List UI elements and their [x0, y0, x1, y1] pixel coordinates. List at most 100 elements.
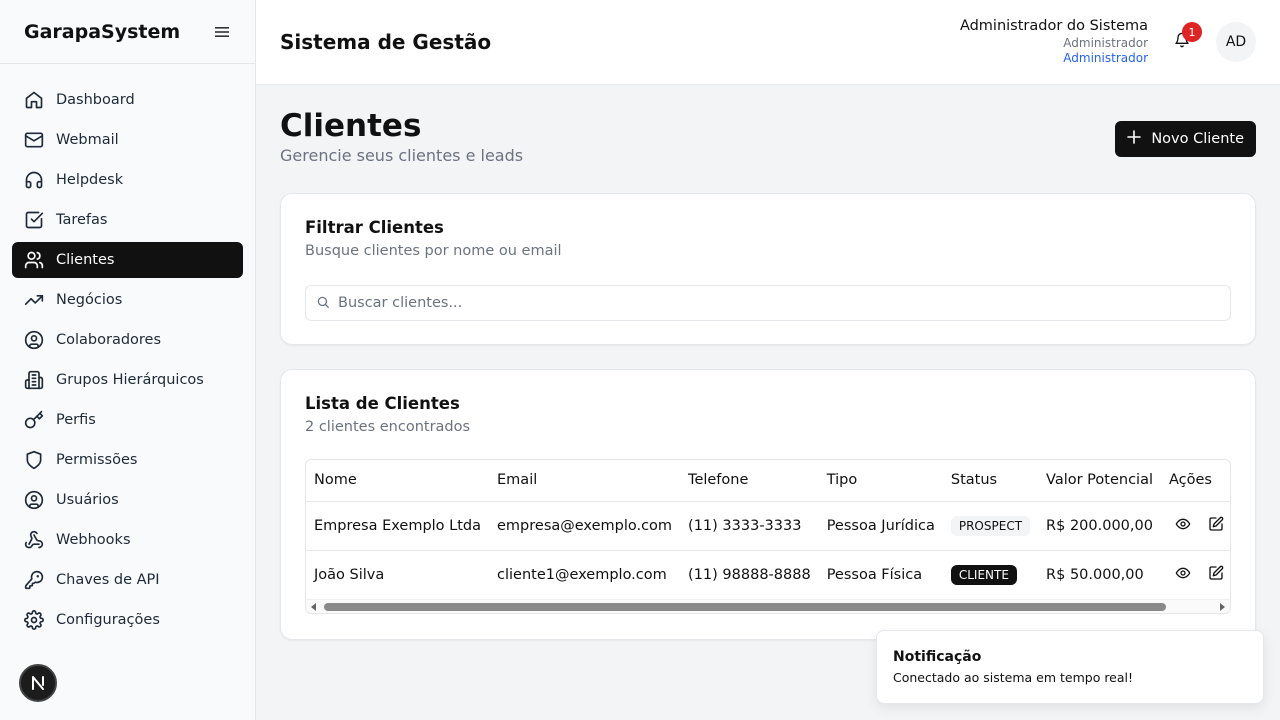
cell-acoes [1161, 501, 1230, 551]
sidebar-item-label: Dashboard [56, 92, 135, 108]
cell-valor: R$ 50.000,00 [1046, 566, 1144, 583]
view-button[interactable] [1169, 512, 1197, 540]
column-header: Status [942, 460, 1039, 502]
sidebar-item-label: Webmail [56, 132, 119, 148]
gear-icon [24, 610, 44, 630]
edit-icon [1208, 516, 1224, 536]
sidebar-item-configuracoes[interactable]: Configurações [12, 602, 243, 638]
eye-icon [1175, 516, 1191, 536]
cell-telefone: (11) 3333-3333 [680, 501, 819, 551]
avatar[interactable]: AD [1216, 22, 1256, 62]
cell-status: CLIENTE [943, 550, 1038, 599]
user-info: Administrador do Sistema Administrador A… [960, 17, 1148, 67]
shield-icon [24, 450, 44, 470]
sidebar-item-label: Negócios [56, 292, 123, 308]
top-header: Sistema de Gestão Administrador do Siste… [256, 0, 1280, 85]
sidebar-item-colaboradores[interactable]: Colaboradores [12, 322, 243, 358]
client-table: Nome Email Telefone Tipo Status Valor Po… [306, 460, 1230, 599]
cell-status: PROSPECT [942, 501, 1039, 551]
list-count: 2 clientes encontrados [305, 419, 471, 435]
sidebar-item-dashboard[interactable]: Dashboard [12, 82, 243, 118]
page-subtitle: Gerencie seus clientes e leads [280, 146, 524, 165]
headphones-icon [24, 170, 44, 190]
key-icon [24, 410, 44, 430]
column-header: Nome [306, 460, 490, 502]
page-header: Clientes Gerencie seus clientes e leads … [280, 108, 1256, 165]
plus-icon [1127, 130, 1142, 148]
sidebar-item-usuarios[interactable]: Usuários [12, 482, 243, 518]
next-dev-icon[interactable] [19, 664, 57, 702]
scroll-right-arrow[interactable] [1220, 603, 1225, 611]
edit-button[interactable] [1202, 561, 1230, 589]
search-box [305, 285, 1231, 321]
sidebar-nav: Dashboard Webmail Helpdesk Tarefas Clien… [0, 64, 255, 638]
filter-description: Busque clientes por nome ou email [305, 243, 562, 259]
webhook-icon [24, 530, 44, 550]
sidebar-item-label: Webhooks [56, 532, 131, 548]
sidebar: GarapaSystem Dashboard Webmail Helpdesk … [0, 0, 256, 720]
view-button[interactable] [1169, 561, 1197, 589]
toast-title: Notificação [893, 649, 982, 665]
notification-toast[interactable]: Notificação Conectado ao sistema em temp… [876, 630, 1264, 704]
sidebar-item-permissoes[interactable]: Permissões [12, 442, 243, 478]
brand-logo: GarapaSystem [24, 20, 181, 43]
notifications-button[interactable]: 1 [1162, 22, 1202, 62]
sidebar-item-tarefas[interactable]: Tarefas [12, 202, 243, 238]
sidebar-item-label: Helpdesk [56, 172, 124, 188]
main-content: Clientes Gerencie seus clientes e leads … [280, 108, 1256, 640]
building-icon [24, 370, 44, 390]
users-icon [24, 250, 44, 270]
cell-valor: R$ 200.000,00 [1038, 501, 1161, 551]
sidebar-item-label: Configurações [56, 612, 160, 628]
column-header: Ações [1161, 460, 1230, 502]
table-row: Empresa Exemplo Ltda empresa@exemplo.com… [306, 501, 1230, 551]
status-badge: PROSPECT [950, 515, 1031, 536]
client-list-card: Lista de Clientes 2 clientes encontrados… [280, 369, 1256, 640]
user-profile-link[interactable]: Administrador [960, 51, 1148, 67]
column-header: Email [489, 460, 681, 502]
menu-icon[interactable] [213, 23, 231, 41]
cell-tipo: Pessoa Física [826, 566, 923, 583]
edit-icon [1208, 565, 1224, 585]
sidebar-item-clientes[interactable]: Clientes [12, 242, 243, 278]
edit-button[interactable] [1202, 512, 1230, 540]
filter-title: Filtrar Clientes [305, 218, 444, 237]
scroll-left-arrow[interactable] [311, 603, 316, 611]
sidebar-item-label: Grupos Hierárquicos [56, 372, 204, 388]
column-header: Telefone [680, 460, 819, 502]
status-badge: CLIENTE [950, 564, 1017, 585]
filter-card: Filtrar Clientes Busque clientes por nom… [280, 193, 1256, 345]
sidebar-item-chaves-api[interactable]: Chaves de API [12, 562, 243, 598]
cell-email: cliente1@exemplo.com [497, 566, 667, 583]
sidebar-item-perfis[interactable]: Perfis [12, 402, 243, 438]
header-user-area: Administrador do Sistema Administrador A… [960, 17, 1256, 67]
search-input[interactable] [338, 295, 1220, 311]
new-client-button[interactable]: Novo Cliente [1115, 121, 1256, 157]
eye-icon [1175, 565, 1191, 585]
cell-telefone: (11) 98888-8888 [688, 566, 811, 583]
toast-message: Conectado ao sistema em tempo real! [893, 670, 1134, 685]
sidebar-item-label: Permissões [56, 452, 138, 468]
horizontal-scrollbar[interactable] [306, 599, 1230, 613]
sidebar-item-label: Chaves de API [56, 572, 160, 588]
table-header-row: Nome Email Telefone Tipo Status Valor Po… [306, 460, 1230, 502]
sidebar-item-grupos-hierarquicos[interactable]: Grupos Hierárquicos [12, 362, 243, 398]
sidebar-item-webhooks[interactable]: Webhooks [12, 522, 243, 558]
key-icon [24, 570, 44, 590]
cell-acoes [1161, 550, 1230, 599]
user-circle-icon [24, 490, 44, 510]
sidebar-item-label: Tarefas [56, 212, 108, 228]
sidebar-item-helpdesk[interactable]: Helpdesk [12, 162, 243, 198]
mail-icon [24, 130, 44, 150]
search-icon [316, 294, 330, 313]
app-title: Sistema de Gestão [280, 30, 492, 54]
sidebar-item-webmail[interactable]: Webmail [12, 122, 243, 158]
sidebar-header: GarapaSystem [0, 0, 255, 64]
notification-count-badge: 1 [1182, 22, 1202, 42]
table-row: João Silva cliente1@exemplo.com (11) 988… [306, 550, 1230, 599]
cell-email: empresa@exemplo.com [489, 501, 681, 551]
sidebar-item-negocios[interactable]: Negócios [12, 282, 243, 318]
scroll-thumb[interactable] [324, 603, 1166, 611]
user-name: Administrador do Sistema [959, 17, 1148, 34]
sidebar-item-label: Colaboradores [56, 332, 162, 348]
